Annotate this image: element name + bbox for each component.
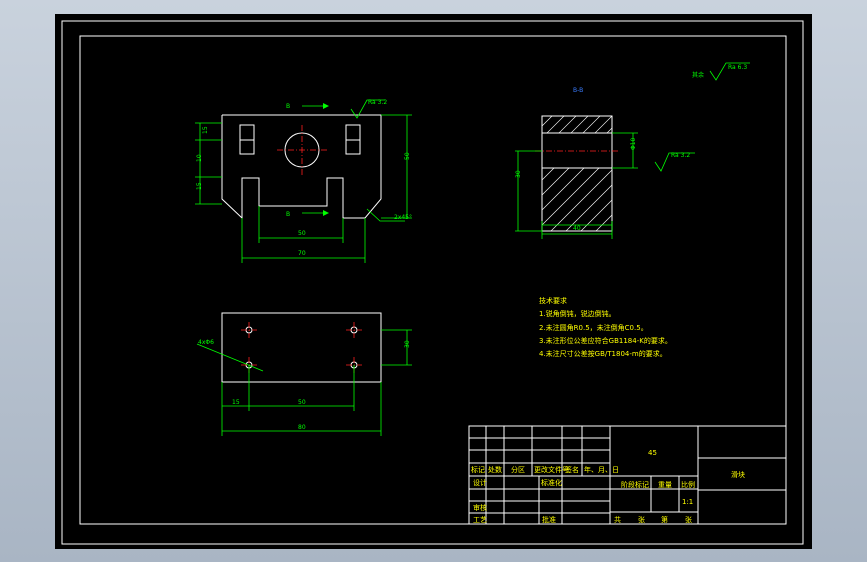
default-roughness: 其余 Ra 6.3 (692, 62, 750, 81)
tb-mark: 标记 (471, 465, 485, 474)
tb-standardize: 标准化 (541, 478, 562, 487)
tb-ratio: 比例 (681, 480, 695, 489)
tb-part-name: 滑块 (731, 470, 745, 479)
dim-section-w: 40 (573, 225, 581, 232)
dim-section-hole: Φ10 (630, 137, 637, 150)
dim-section-h: 30 (515, 170, 522, 178)
dim-front-total-h: 50 (404, 152, 411, 160)
front-view: B B Ra 3.2 2x45° 15 10 15 50 50 70 (195, 99, 412, 263)
tb-sign: 签名 (565, 465, 579, 474)
technical-notes: 技术要求 1.锐角倒钝，锐边倒钝。 2.未注圆角R0.5，未注倒角C0.5。 3… (539, 296, 672, 358)
tb-date: 年、月、日 (584, 465, 619, 474)
tb-scale: 1:1 (682, 498, 693, 506)
tb-sheet-zhang2: 张 (685, 515, 692, 524)
top-holes (241, 322, 362, 373)
outer-frame (61, 20, 804, 545)
tb-stage-mark: 阶段标记 (621, 480, 649, 489)
note-item-3: 3.未注形位公差应符合GB1184-K的要求。 (539, 336, 672, 345)
top-view: 4xΦ6 30 15 50 80 (196, 312, 412, 436)
dim-front-h3: 15 (196, 182, 203, 190)
note-item-1: 1.锐角倒钝，锐边倒钝。 (539, 309, 616, 318)
section-view-label: B-B (573, 87, 583, 94)
section-view: B-B 30 40 Φ10 Ra 3.2 (515, 87, 695, 239)
section-label-top: B (286, 103, 290, 110)
dim-front-inner-w: 50 (298, 230, 306, 237)
dim-top-total: 80 (298, 424, 306, 431)
note-item-2: 2.未注圆角R0.5，未注倒角C0.5。 (539, 323, 648, 332)
title-block: 标记 处数 分区 更改文件号 签名 年、月、日 设计 标准化 审核 工艺 批准 … (468, 425, 787, 525)
chamfer-label: 2x45° (394, 214, 412, 221)
tb-review: 审核 (473, 503, 487, 512)
dim-front-h2: 10 (196, 154, 203, 162)
drawing-viewport[interactable]: B B Ra 3.2 2x45° 15 10 15 50 50 70 B-B 3… (55, 14, 812, 549)
inner-frame (79, 35, 787, 525)
roughness-side: Ra 3.2 (671, 152, 690, 159)
dim-front-total-w: 70 (298, 250, 306, 257)
tb-sheet-zhang: 张 (638, 515, 645, 524)
cad-drawing: B B Ra 3.2 2x45° 15 10 15 50 50 70 B-B 3… (61, 20, 804, 545)
dim-top-phi: 4xΦ6 (198, 339, 214, 346)
roughness-default-prefix: 其余 (692, 71, 704, 79)
tb-sheet-total: 共 (614, 515, 621, 524)
roughness-default: Ra 6.3 (728, 64, 747, 71)
tb-zone: 分区 (511, 465, 525, 474)
tb-approve: 批准 (542, 515, 556, 524)
section-label-bottom: B (286, 211, 290, 218)
notes-title: 技术要求 (539, 296, 567, 305)
tb-material: 45 (648, 449, 657, 457)
roughness-top: Ra 3.2 (368, 99, 387, 106)
tb-weight: 重量 (658, 481, 672, 489)
tb-design: 设计 (473, 478, 487, 487)
tb-sheet-no: 第 (661, 515, 668, 524)
tb-change-doc: 更改文件号 (534, 465, 569, 474)
dim-top-h: 30 (404, 340, 411, 348)
tb-count: 处数 (488, 465, 502, 474)
note-item-4: 4.未注尺寸公差按GB/T1804-m的要求。 (539, 349, 667, 358)
tb-process: 工艺 (473, 516, 487, 524)
dim-top-mid: 50 (298, 399, 306, 406)
dim-top-left: 15 (232, 399, 240, 406)
dim-front-h1: 15 (202, 126, 209, 134)
